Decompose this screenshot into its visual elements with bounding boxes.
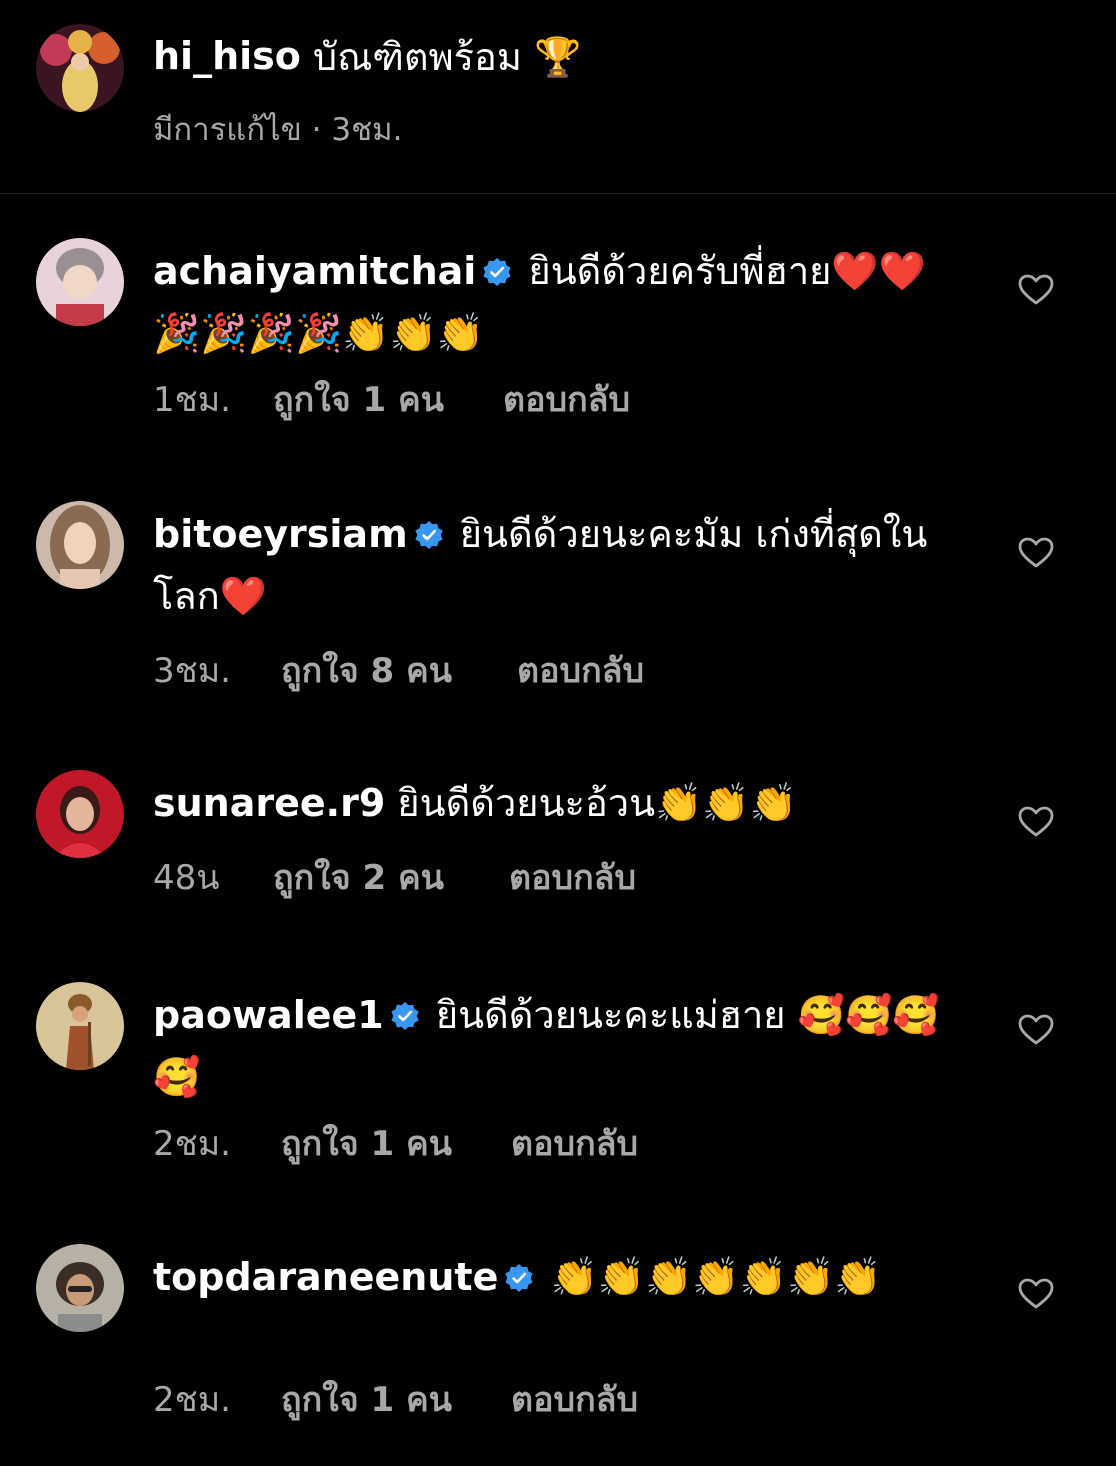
username[interactable]: paowalee1 xyxy=(153,993,384,1037)
username[interactable]: topdaraneenute xyxy=(153,1255,498,1299)
verified-badge-icon xyxy=(390,1001,420,1031)
comment-text: 👏👏👏👏👏👏👏 xyxy=(550,1255,882,1299)
username[interactable]: bitoeyrsiam xyxy=(153,512,408,556)
verified-badge-icon xyxy=(414,520,444,550)
comment-text: ยินดีด้วยนะอ้วน👏👏👏 xyxy=(397,781,798,825)
comment-meta: 3ชม. ถูกใจ 8 คน ตอบกลับ xyxy=(153,643,644,697)
reply-button[interactable]: ตอบกลับ xyxy=(503,372,630,426)
timestamp: 2ชม. xyxy=(153,1380,231,1420)
comment-meta: 2ชม. ถูกใจ 1 คน ตอบกลับ xyxy=(153,1116,638,1170)
timestamp: 48น xyxy=(153,858,220,898)
avatar[interactable] xyxy=(36,238,124,326)
verified-badge-icon xyxy=(504,1263,534,1293)
edited-label: มีการแก้ไข xyxy=(153,112,302,148)
comment-meta: 48น ถูกใจ 2 คน ตอบกลับ xyxy=(153,850,636,904)
avatar[interactable] xyxy=(36,24,124,112)
likes-count[interactable]: ถูกใจ 1 คน xyxy=(281,1116,511,1170)
avatar[interactable] xyxy=(36,1244,124,1332)
timestamp: 1ชม. xyxy=(153,380,231,420)
likes-count[interactable]: ถูกใจ 8 คน xyxy=(281,643,517,697)
post-caption: hi_hiso บัณฑิตพร้อม 🏆 มีการแก้ไข · 3ชม. xyxy=(0,0,1116,194)
likes-count[interactable]: ถูกใจ 2 คน xyxy=(273,850,509,904)
divider xyxy=(0,193,1116,194)
likes-count[interactable]: ถูกใจ 1 คน xyxy=(281,1372,511,1426)
reply-button[interactable]: ตอบกลับ xyxy=(511,1116,638,1170)
avatar[interactable] xyxy=(36,982,124,1070)
caption-text: บัณฑิตพร้อม 🏆 xyxy=(312,34,582,79)
heart-outline-icon[interactable] xyxy=(1016,1010,1056,1050)
heart-outline-icon[interactable] xyxy=(1016,802,1056,842)
username[interactable]: sunaree.r9 xyxy=(153,781,385,825)
username[interactable]: hi_hiso xyxy=(153,34,301,78)
timestamp: 2ชม. xyxy=(153,1124,231,1164)
comment-meta: 1ชม. ถูกใจ 1 คน ตอบกลับ xyxy=(153,372,630,426)
heart-outline-icon[interactable] xyxy=(1016,1274,1056,1314)
reply-button[interactable]: ตอบกลับ xyxy=(517,643,644,697)
likes-count[interactable]: ถูกใจ 1 คน xyxy=(273,372,503,426)
reply-button[interactable]: ตอบกลับ xyxy=(509,850,636,904)
avatar[interactable] xyxy=(36,770,124,858)
timestamp: 3ชม. xyxy=(153,651,231,691)
heart-outline-icon[interactable] xyxy=(1016,270,1056,310)
heart-outline-icon[interactable] xyxy=(1016,533,1056,573)
username[interactable]: achaiyamitchai xyxy=(153,249,476,293)
reply-button[interactable]: ตอบกลับ xyxy=(511,1372,638,1426)
meta-separator: · xyxy=(311,112,322,148)
verified-badge-icon xyxy=(482,257,512,287)
caption-meta: มีการแก้ไข · 3ชม. xyxy=(153,104,402,154)
avatar[interactable] xyxy=(36,501,124,589)
comment-meta: 2ชม. ถูกใจ 1 คน ตอบกลับ xyxy=(153,1372,638,1426)
timestamp: 3ชม. xyxy=(331,112,403,148)
